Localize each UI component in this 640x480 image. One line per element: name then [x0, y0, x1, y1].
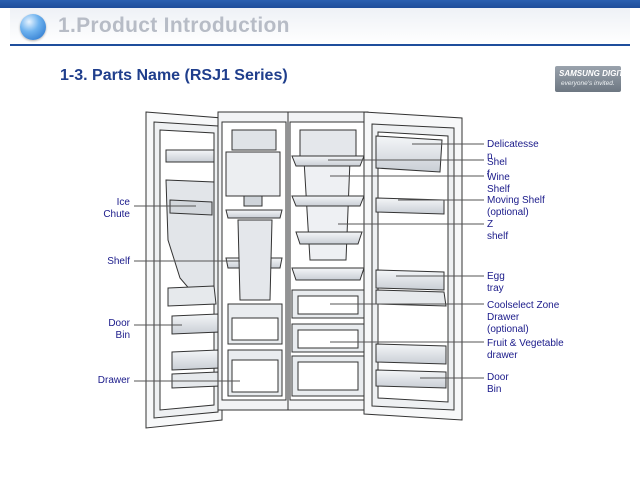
label-moving-shelf-line1: Moving Shelf — [487, 195, 545, 206]
label-ice-chute: Ice Chute — [96, 197, 130, 221]
label-egg-tray-line2: tray — [487, 283, 504, 294]
label-z-shelf-line2: shelf — [487, 231, 509, 242]
label-fruit-veg: Fruit & Vegetable drawer — [487, 338, 564, 362]
label-z-shelf-line1: Z — [487, 219, 494, 230]
label-moving-shelf: Moving Shelf (optional) — [487, 195, 545, 219]
label-wine-shelf-line1: Wine — [487, 172, 510, 183]
label-shelf-right-line1: Shel — [487, 157, 508, 168]
label-door-bin-left-line2: Bin — [115, 330, 130, 341]
label-fruit-veg-line2: drawer — [487, 350, 518, 361]
label-shelf-left: Shelf — [107, 256, 130, 267]
label-delicatessen-line1: Delicatesse — [487, 139, 539, 150]
label-fruit-veg-line1: Fruit & Vegetable — [487, 338, 564, 349]
label-wine-shelf: Wine Shelf — [487, 172, 510, 196]
label-coolselect: Coolselect Zone Drawer (optional) — [487, 300, 559, 336]
label-egg-tray: Egg tray — [487, 271, 505, 295]
label-ice-chute-line1: Ice — [116, 197, 130, 208]
label-moving-shelf-line2: (optional) — [487, 207, 529, 218]
label-door-bin-right: Door Bin — [487, 372, 509, 396]
cabinet — [217, 111, 369, 411]
label-door-bin-right-line1: Door — [487, 372, 509, 383]
label-drawer: Drawer — [97, 375, 130, 386]
right-door — [363, 111, 463, 421]
label-door-bin-left: Door Bin — [96, 318, 130, 342]
label-egg-tray-line1: Egg — [487, 271, 505, 282]
label-ice-chute-line2: Chute — [103, 209, 130, 220]
refrigerator-diagram — [134, 111, 484, 429]
label-coolselect-line3: (optional) — [487, 324, 529, 335]
label-z-shelf: Z shelf — [487, 219, 508, 243]
label-coolselect-line1: Coolselect Zone — [487, 300, 560, 311]
label-door-bin-right-line2: Bin — [487, 384, 502, 395]
label-door-bin-left-line1: Door — [108, 318, 130, 329]
label-coolselect-line2: Drawer — [487, 312, 520, 323]
